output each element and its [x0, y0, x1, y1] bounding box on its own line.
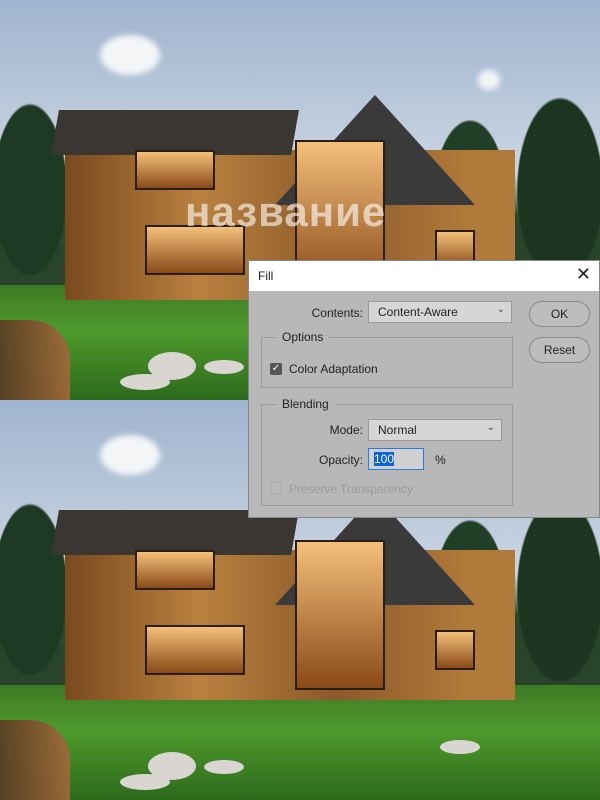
- watermark-text: название: [185, 188, 387, 235]
- cloud: [100, 35, 160, 75]
- rock: [120, 774, 170, 790]
- rock: [440, 740, 480, 754]
- preserve-transparency-label: Preserve Transparency: [289, 482, 414, 496]
- opacity-input[interactable]: 100: [368, 448, 424, 470]
- dialog-title: Fill: [258, 269, 274, 283]
- opacity-unit: %: [435, 453, 446, 467]
- contents-dropdown[interactable]: Content-Aware ⌄: [368, 301, 512, 323]
- rock: [204, 760, 244, 774]
- mode-dropdown[interactable]: Normal ⌄: [368, 419, 502, 441]
- mode-label: Mode:: [329, 423, 363, 437]
- lawn: [0, 685, 600, 800]
- options-legend: Options: [276, 330, 330, 344]
- cloud: [478, 70, 500, 90]
- opacity-value: 100: [374, 452, 395, 466]
- preserve-transparency-checkbox[interactable]: [270, 482, 282, 494]
- chevron-down-icon: ⌄: [486, 422, 495, 433]
- contents-label: Contents:: [311, 306, 363, 320]
- rock: [204, 360, 244, 374]
- chevron-down-icon: ⌄: [496, 304, 505, 315]
- garden-path: [0, 320, 70, 400]
- rock: [120, 374, 170, 390]
- opacity-label: Opacity:: [318, 453, 363, 467]
- ok-button[interactable]: OK: [529, 301, 590, 327]
- log-house: [51, 495, 535, 700]
- dialog-title-bar[interactable]: Fill ✕: [249, 261, 599, 291]
- garden-path: [0, 720, 70, 800]
- close-icon[interactable]: ✕: [576, 264, 591, 285]
- fill-dialog: Fill ✕ Contents: Content-Aware ⌄ OK Rese…: [248, 260, 600, 518]
- mode-value: Normal: [378, 423, 417, 437]
- reset-button[interactable]: Reset: [529, 337, 590, 363]
- cloud: [100, 435, 160, 475]
- color-adaptation-checkbox[interactable]: ✓: [270, 363, 282, 375]
- color-adaptation-label[interactable]: Color Adaptation: [289, 362, 378, 376]
- contents-value: Content-Aware: [378, 305, 458, 319]
- blending-legend: Blending: [276, 397, 335, 411]
